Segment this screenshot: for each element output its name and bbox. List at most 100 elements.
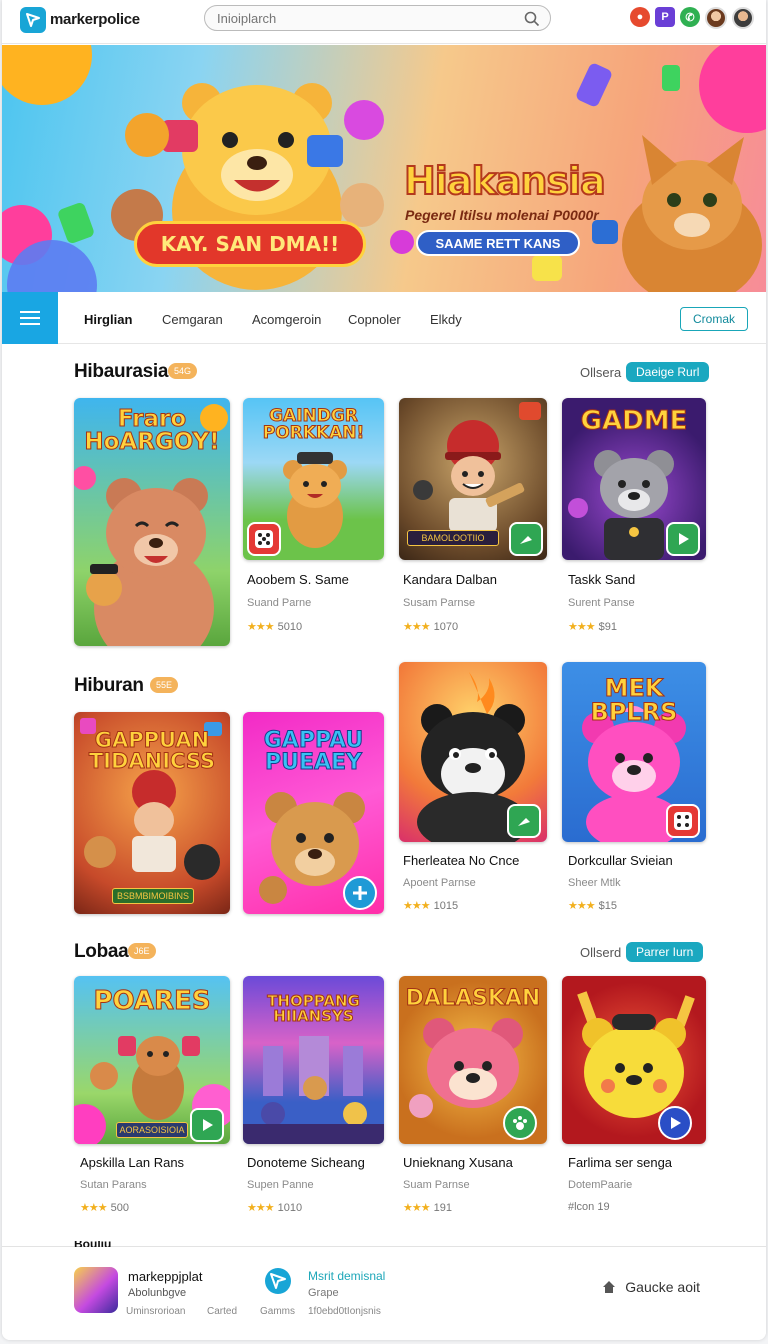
search-bar[interactable] [204,5,551,31]
game-rating: ★★★ $91 [568,621,617,633]
game-publisher: Supen Panne [247,1179,314,1191]
game-card[interactable]: THOPPANG HIIANSYS [243,976,384,1144]
game-publisher: Suand Parne [247,597,312,609]
game-name[interactable]: Dorkcullar Svieian [568,853,673,868]
game-publisher: Suam Parnse [403,1179,470,1191]
game-name[interactable]: Fherleatea No Cnce [403,853,519,868]
category-nav: Hirglian Cemgaran Acomgeroin Copnoler El… [2,292,766,344]
game-name[interactable]: Farlima ser senga [568,1155,672,1170]
section-other-link[interactable]: Ollsera [580,365,621,380]
game-publisher: Sutan Parans [80,1179,147,1191]
game-card[interactable]: DALASKAN [399,976,547,1144]
card-title: MEK BPLRS [590,674,678,726]
logo-icon[interactable] [20,7,46,33]
section-badge: 54G [168,363,198,379]
search-input[interactable] [217,9,517,27]
dice-icon[interactable] [666,804,700,838]
notification-icon[interactable]: ● [630,7,650,27]
footer-home-link[interactable]: Gaucke aoit [601,1279,700,1295]
game-rating: ★★★ 191 [403,1202,452,1214]
brand-logo-icon[interactable] [264,1267,292,1295]
section-title: Hibaurasia [74,361,169,382]
game-rating: ★★★ 5010 [247,621,303,633]
header-icons: ● P ✆ [630,7,754,29]
paw-icon[interactable] [503,1106,537,1140]
hero-banner[interactable]: Hiakansia Pegerel Itilsu molenai P0000r … [2,45,766,292]
add-icon[interactable] [343,876,377,910]
section-title: Lobaa [74,941,129,962]
card-title: GAPPUAN TIDANICSS [88,728,216,773]
game-card[interactable]: GAPPUAN TIDANICSS BSBMBIMOIBINS [74,712,230,914]
home-icon [603,1281,616,1293]
section-pill-button[interactable]: Daeige Rurl [626,362,710,382]
game-name[interactable]: Kandara Dalban [403,572,497,587]
chat-icon[interactable]: ✆ [680,7,700,27]
dice-icon[interactable] [247,522,281,556]
tab-acomgeroin[interactable]: Acomgeroin [252,312,321,327]
game-card[interactable] [562,976,706,1144]
app-icon[interactable] [74,1267,118,1313]
card-tag: BSBMBIMOIBINS [112,888,194,904]
card-title: THOPPANG HIIANSYS [267,992,361,1025]
star-icon: ★★★ [80,1202,108,1214]
play-icon[interactable] [666,522,700,556]
game-name[interactable]: Aoobem S. Same [247,572,349,587]
game-name[interactable]: Taskk Sand [568,572,635,587]
profile-avatar[interactable] [732,7,754,29]
tab-copnoler[interactable]: Copnoler [348,312,401,327]
game-card[interactable]: Fraro HoARGOY! [74,398,230,646]
footer-small-text: 1f0ebd0tIonjsnis [308,1306,381,1317]
footer-small-text: Gamms [260,1306,295,1317]
game-card[interactable]: GADME [562,398,706,560]
game-publisher: Sheer Mtlk [568,877,621,889]
nav-right-button[interactable]: Cromak [680,307,748,331]
section-pill-button[interactable]: Parrer Iurn [626,942,704,962]
avatar-icon[interactable] [705,7,727,29]
footer-mid-sub: Grape [308,1287,339,1299]
tab-hirglian[interactable]: Hirglian [84,312,132,327]
card-title: POARES [93,986,211,1016]
play-icon[interactable] [507,804,541,838]
page: markerpolice ● P ✆ [2,0,766,1340]
game-card[interactable]: GAPPAU PUEAEY [243,712,384,914]
card-title: DALASKAN [405,986,541,1011]
game-name[interactable]: Donoteme Sicheang [247,1155,365,1170]
footer-app-sub: Abolunbgve [128,1287,187,1299]
game-rating: ★★★ 1070 [403,621,459,633]
footer-app-name[interactable]: markeppjplat [128,1269,202,1284]
hamburger-icon [20,311,40,325]
footer-bar: Bouliu markeppjplat Abolunbgve Uminsrori… [2,1241,766,1340]
game-card[interactable] [399,662,547,842]
play-icon[interactable] [658,1106,692,1140]
game-card[interactable]: POARES AORASOISIOIA [74,976,230,1144]
game-name[interactable]: Apskilla Lan Rans [80,1155,184,1170]
section-title: Hiburan [74,675,144,696]
hero-title: Hiakansia [403,158,607,204]
game-card[interactable]: BAMOLOOTIIO [399,398,547,560]
app-p-icon[interactable]: P [655,7,675,27]
tab-cemgaran[interactable]: Cemgaran [162,312,223,327]
section-other-link[interactable]: Ollserd [580,945,621,960]
footer-mid-title[interactable]: Msrit demisnal [308,1269,385,1283]
search-icon[interactable] [524,11,540,27]
game-name[interactable]: Unieknang Xusana [403,1155,513,1170]
card-tag: BAMOLOOTIIO [407,530,499,546]
game-card[interactable]: MEK BPLRS [562,662,706,842]
logo-text[interactable]: markerpolice [50,11,140,28]
card-title: GADME [580,406,688,436]
section-badge: J6E [128,943,156,959]
star-icon: ★★★ [247,621,275,633]
game-rating: #lcon 19 [568,1201,610,1213]
game-publisher: Susam Parnse [403,597,476,609]
footer-small-text: Uminsrorioan [126,1306,186,1317]
menu-button[interactable] [2,292,58,344]
game-rating: ★★★ 1010 [247,1202,303,1214]
hero-cta-button[interactable]: SAAME RETT KANS [416,230,580,256]
game-rating: ★★★ 500 [80,1202,129,1214]
hero-ribbon: KAY. SAN DMA!! [134,221,366,267]
tab-elkdy[interactable]: Elkdy [430,312,462,327]
play-icon[interactable] [509,522,543,556]
game-card[interactable]: GAINDGR PORKKAN! [243,398,384,560]
game-rating: ★★★ 1015 [403,900,459,912]
play-icon[interactable] [190,1108,224,1142]
